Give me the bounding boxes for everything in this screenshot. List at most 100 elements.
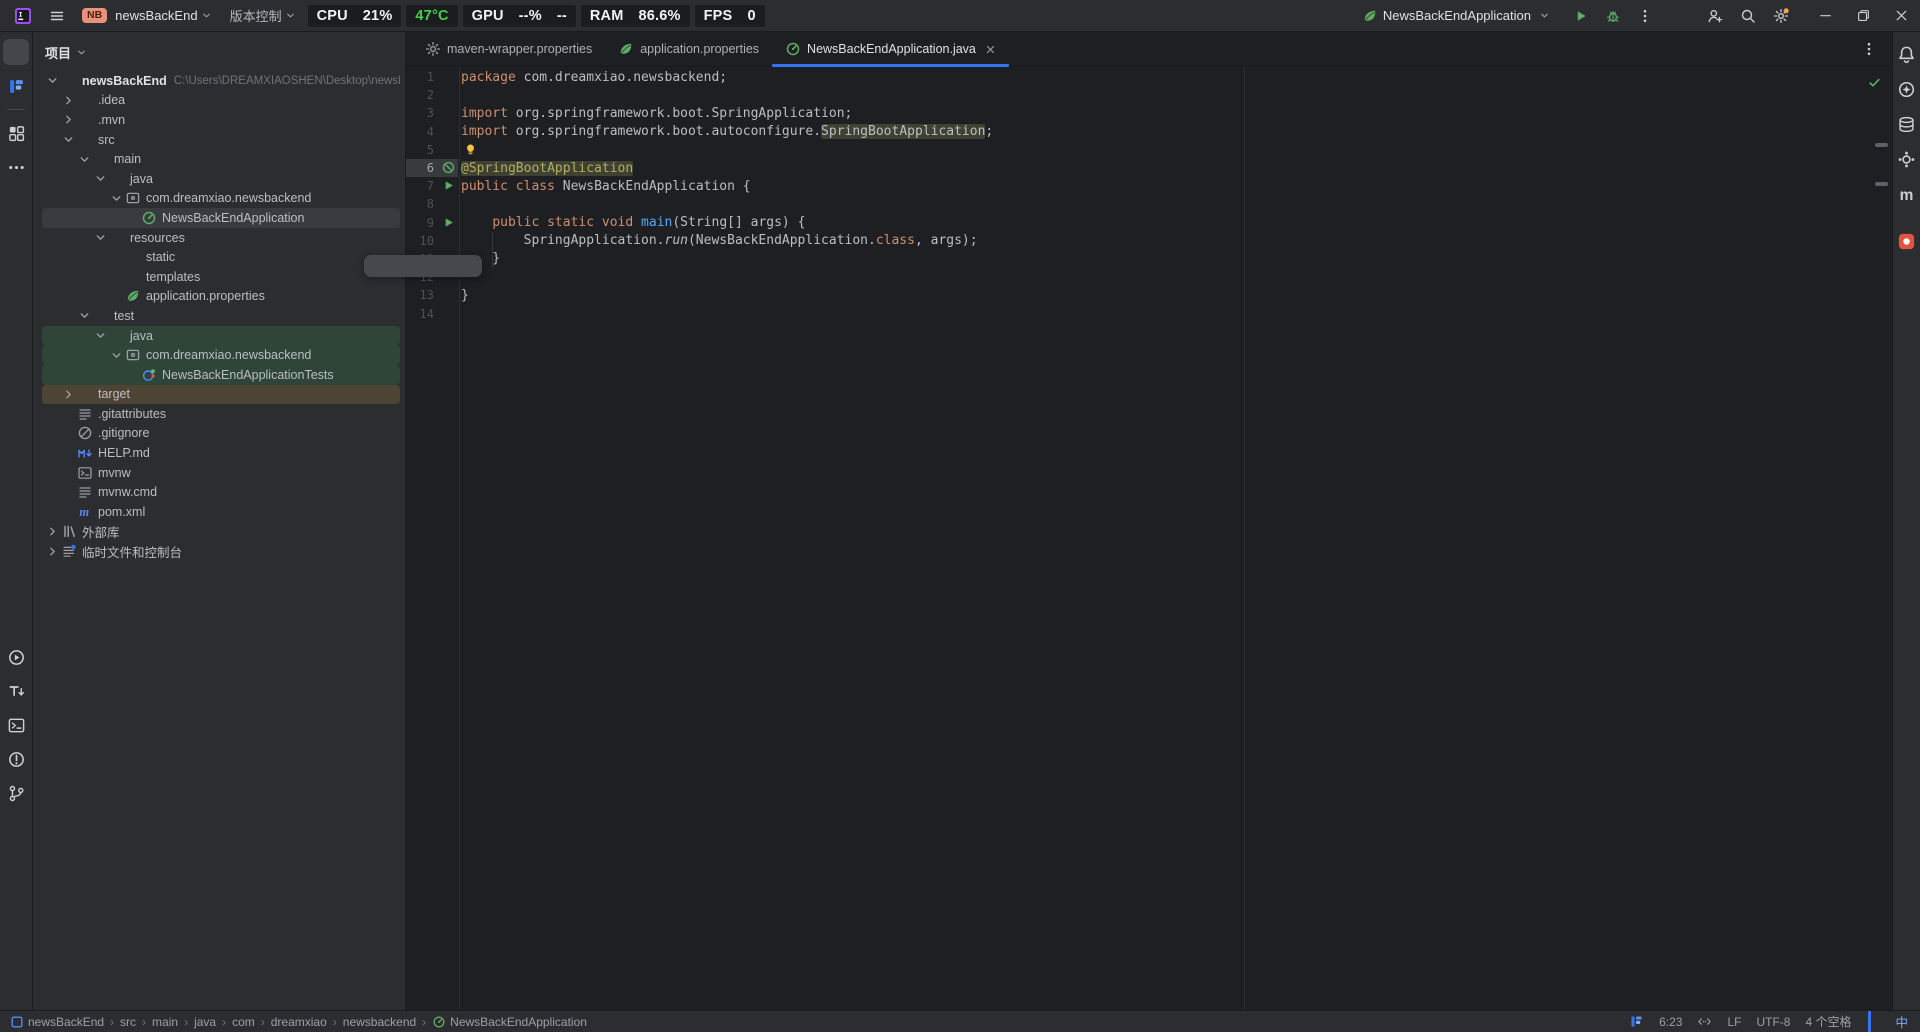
chevron-right-icon[interactable] <box>44 543 60 559</box>
code-line[interactable]: 11 } <box>406 250 1892 268</box>
version-control-tool-window-button[interactable] <box>3 780 29 806</box>
terminal-tool-window-button[interactable] <box>3 712 29 738</box>
chevron-right-icon[interactable] <box>60 92 76 108</box>
chevron-down-icon[interactable] <box>108 347 124 363</box>
tree-item-外部库[interactable]: 外部库 <box>42 522 400 542</box>
chevron-down-icon[interactable] <box>60 132 76 148</box>
structure-tool-window-button[interactable] <box>3 120 29 146</box>
database-tool-window-button[interactable] <box>1894 111 1920 137</box>
vcs-status-icon[interactable] <box>1629 1014 1644 1029</box>
chevron-down-icon[interactable] <box>44 73 60 89</box>
vcs-widget[interactable]: 版本控制 <box>230 6 282 25</box>
code-line[interactable]: 13} <box>406 286 1892 304</box>
tree-item-.idea[interactable]: .idea <box>42 91 400 111</box>
breadcrumb-item-com[interactable]: com <box>232 1015 255 1029</box>
code-line[interactable]: 8 <box>406 195 1892 213</box>
project-name[interactable]: newsBackEnd <box>115 8 197 23</box>
run-configuration[interactable]: NewsBackEndApplication <box>1356 6 1556 26</box>
tree-item-main[interactable]: main <box>42 149 400 169</box>
tree-item-newsbackend[interactable]: newsBackEndC:\Users\DREAMXIAOSHEN\Deskto… <box>42 71 400 91</box>
project-tool-window-button[interactable] <box>3 39 29 65</box>
tab-maven-wrapper.properties[interactable]: maven-wrapper.properties <box>412 32 605 66</box>
tab-application.properties[interactable]: application.properties <box>605 32 772 66</box>
run-gutter-icon[interactable] <box>441 215 457 231</box>
breadcrumb-item-src[interactable]: src <box>120 1015 136 1029</box>
breadcrumb-item-newsbackend[interactable]: newsBackEnd <box>10 1015 104 1029</box>
tree-item-static[interactable]: static <box>42 247 400 267</box>
tree-item-pom.xml[interactable]: mpom.xml <box>42 502 400 522</box>
code-line[interactable]: 12 <box>406 268 1892 286</box>
breadcrumb-item-java[interactable]: java <box>194 1015 216 1029</box>
close-button[interactable] <box>1882 0 1920 31</box>
code-line[interactable]: 3import org.springframework.boot.SpringA… <box>406 104 1892 122</box>
tab-newsbackendapplication.java[interactable]: NewsBackEndApplication.java <box>772 32 1009 66</box>
commit-tool-window-button[interactable] <box>3 73 29 99</box>
code-line[interactable]: 9 public static void main(String[] args)… <box>406 214 1892 232</box>
run-class-gutter-icon[interactable] <box>441 160 457 176</box>
ai-assistant-button[interactable] <box>1894 76 1920 102</box>
more-tool-windows-button[interactable] <box>3 154 29 180</box>
tree-item-help.md[interactable]: HELP.md <box>42 443 400 463</box>
intention-bulb-icon[interactable] <box>463 142 478 157</box>
code-line[interactable]: 1package com.dreamxiao.newsbackend; <box>406 68 1892 86</box>
tab-close-icon[interactable] <box>985 44 996 55</box>
tree-item-src[interactable]: src <box>42 130 400 150</box>
tree-item-test[interactable]: test <box>42 306 400 326</box>
code-line[interactable]: 14 <box>406 304 1892 322</box>
code-area[interactable]: 1package com.dreamxiao.newsbackend;23imp… <box>406 68 1892 323</box>
translation-tool-window-button[interactable] <box>3 678 29 704</box>
code-line[interactable]: 4import org.springframework.boot.autocon… <box>406 123 1892 141</box>
tab-options-button[interactable] <box>1856 36 1882 62</box>
maximize-button[interactable] <box>1844 0 1882 31</box>
line-separator[interactable]: LF <box>1727 1015 1741 1029</box>
project-panel-header[interactable]: 项目 <box>33 32 405 71</box>
code-line[interactable]: 5 <box>406 141 1892 159</box>
chevron-down-icon[interactable] <box>92 230 108 246</box>
tree-item-com.dreamxiao.newsbackend[interactable]: com.dreamxiao.newsbackend <box>42 345 400 365</box>
services-tool-window-button[interactable] <box>3 644 29 670</box>
tree-item-newsbackendapplicationtests[interactable]: NewsBackEndApplicationTests <box>42 365 400 385</box>
chevron-down-icon[interactable] <box>76 308 92 324</box>
tree-item-.mvn[interactable]: .mvn <box>42 110 400 130</box>
code-line[interactable]: 2 <box>406 86 1892 104</box>
tree-item-java[interactable]: java <box>42 169 400 189</box>
tree-item-mvnw[interactable]: mvnw <box>42 463 400 483</box>
search-button[interactable] <box>1735 3 1761 29</box>
debug-button[interactable] <box>1600 3 1626 29</box>
breadcrumb-item-newsbackend[interactable]: newsbackend <box>343 1015 416 1029</box>
more-actions-button[interactable] <box>1632 3 1658 29</box>
plugin-tool-window-button[interactable] <box>1894 228 1920 254</box>
tree-item-com.dreamxiao.newsbackend[interactable]: com.dreamxiao.newsbackend <box>42 189 400 209</box>
chevron-down-icon[interactable] <box>92 328 108 344</box>
chevron-down-icon[interactable] <box>76 151 92 167</box>
main-menu-button[interactable] <box>44 3 70 29</box>
indent-style[interactable]: 4 个空格 <box>1805 1013 1851 1030</box>
tree-item-.gitignore[interactable]: .gitignore <box>42 424 400 444</box>
run-button[interactable] <box>1568 3 1594 29</box>
chevron-down-icon[interactable] <box>92 171 108 187</box>
code-line[interactable]: 6@SpringBootApplication <box>406 159 1892 177</box>
breadcrumb-item-dreamxiao[interactable]: dreamxiao <box>271 1015 327 1029</box>
code-vision-icon[interactable] <box>1697 1014 1712 1029</box>
ime-indicator[interactable]: 中 <box>1886 1012 1920 1031</box>
caret-position[interactable]: 6:23 <box>1659 1015 1682 1029</box>
code-line[interactable]: 7public class NewsBackEndApplication { <box>406 177 1892 195</box>
breadcrumb-item-main[interactable]: main <box>152 1015 178 1029</box>
tree-item-.gitattributes[interactable]: .gitattributes <box>42 404 400 424</box>
minimize-button[interactable] <box>1806 0 1844 31</box>
tree-item-newsbackendapplication[interactable]: NewsBackEndApplication <box>42 208 400 228</box>
notifications-button[interactable] <box>1894 41 1920 67</box>
code-line[interactable]: 10 SpringApplication.run(NewsBackEndAppl… <box>406 232 1892 250</box>
chevron-right-icon[interactable] <box>44 523 60 539</box>
tree-item-临时文件和控制台[interactable]: 临时文件和控制台 <box>42 541 400 561</box>
maven-tool-window-button[interactable]: m <box>1894 181 1920 207</box>
tree-item-resources[interactable]: resources <box>42 228 400 248</box>
endpoints-tool-window-button[interactable] <box>1894 146 1920 172</box>
add-user-button[interactable] <box>1702 3 1728 29</box>
inspections-ok-icon[interactable] <box>1867 75 1882 90</box>
editor[interactable]: 1package com.dreamxiao.newsbackend;23imp… <box>406 67 1892 1010</box>
chevron-down-icon[interactable] <box>108 190 124 206</box>
chevron-right-icon[interactable] <box>60 386 76 402</box>
tree-item-application.properties[interactable]: application.properties <box>42 287 400 307</box>
chevron-right-icon[interactable] <box>60 112 76 128</box>
